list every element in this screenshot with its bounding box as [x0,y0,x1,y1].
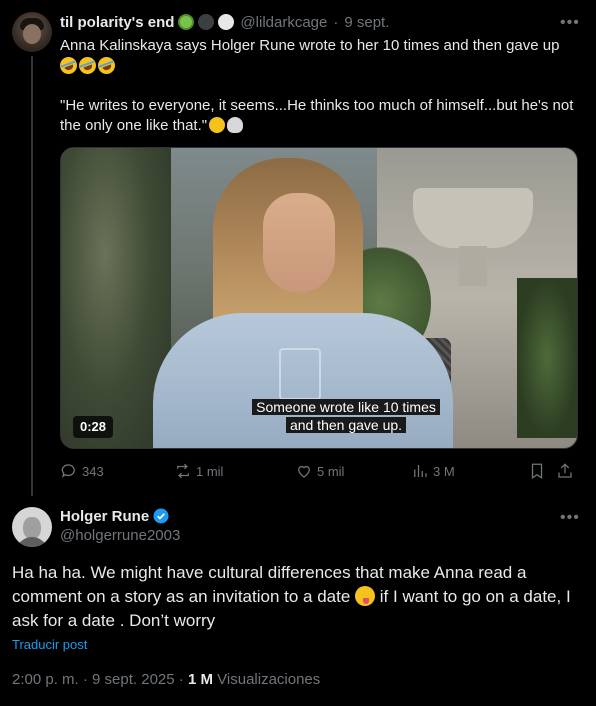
sweatshirt-logo [279,348,321,400]
skull-emoji [227,117,244,133]
views-icon [414,465,427,477]
reply-icon [61,464,75,478]
repost-button[interactable]: 1 mil [174,461,223,481]
background-plant-right [517,278,577,438]
rofl-emojis [57,54,580,77]
like-icon [298,465,310,478]
like-count: 5 mil [317,463,345,479]
video-caption: Someone wrote like 10 times and then gav… [251,398,441,434]
avatar[interactable] [12,507,52,547]
views-count: 3 M [433,463,455,479]
tweet-time[interactable]: 2:00 p. m. [12,671,79,688]
bookmark-button[interactable] [528,461,550,481]
tweet-original[interactable]: til polarity's end @lildarkcage · 9 sept… [0,0,596,496]
black-circle-emoji [198,14,215,30]
video-duration: 0:28 [73,416,114,438]
white-circle-emoji [218,14,235,30]
caption-line1: Someone wrote like 10 times [252,399,440,415]
video-player[interactable]: Someone wrote like 10 times and then gav… [60,147,578,449]
tennis-ball-emoji [178,14,195,30]
reply-button[interactable]: 343 [60,461,104,481]
translate-link[interactable]: Traducir post [12,637,87,652]
tweet-header: Holger Rune [60,507,170,525]
tweet-text: Ha ha ha. We might have cultural differe… [12,561,592,633]
thread-line [31,56,33,496]
like-button[interactable]: 5 mil [295,461,344,481]
share-button[interactable] [556,461,578,481]
rofl-emoji [57,54,80,77]
display-name[interactable]: Holger Rune [60,508,149,525]
quote-text: "He writes to everyone, it seems...He th… [60,97,574,134]
tweet-reply[interactable]: Holger Rune ••• @holgerrune2003 Ha ha ha… [0,495,596,706]
views-button[interactable]: 3 M [411,461,455,481]
rofl-emoji [95,54,118,77]
handle[interactable]: @lildarkcage [240,14,327,31]
tweet-text-line1: Anna Kalinskaya says Holger Rune wrote t… [60,37,560,54]
tweet-date[interactable]: 9 sept. [344,14,389,31]
verified-icon [153,508,169,524]
zany-face-emoji [355,586,376,606]
separator: · [178,671,184,688]
avatar-face [23,24,41,44]
more-icon[interactable]: ••• [560,509,580,527]
views-label: Visualizaciones [217,671,321,688]
more-icon[interactable]: ••• [560,14,580,32]
tweet-meta: 2:00 p. m. · 9 sept. 2025 · 1 M Visualiz… [12,671,320,688]
views-count: 1 M [187,671,213,688]
person-face [263,193,335,293]
avatar-shoulders [16,537,48,547]
tweet-text: Anna Kalinskaya says Holger Rune wrote t… [57,36,580,136]
repost-icon [177,463,189,479]
separator: · [82,671,88,688]
tweet-date[interactable]: 9 sept. 2025 [92,671,175,688]
caption-line2: and then gave up. [285,417,407,433]
tweet-header: til polarity's end @lildarkcage · 9 sept… [60,12,389,32]
separator: · [333,13,339,31]
display-name[interactable]: til polarity's end [60,14,174,31]
repost-count: 1 mil [196,463,224,479]
reply-count: 343 [82,463,104,479]
rofl-emoji [76,54,99,77]
action-bar: 343 1 mil 5 mil 3 M [60,461,578,481]
joy-emoji [209,117,226,133]
avatar-face [23,517,41,539]
bookmark-icon [531,463,543,479]
tweet-quote: "He writes to everyone, it seems...He th… [60,96,580,136]
background-urn-base [459,246,487,286]
background-urn [413,188,533,248]
avatar[interactable] [12,12,52,52]
share-icon [558,463,572,478]
handle[interactable]: @holgerrune2003 [60,527,180,544]
